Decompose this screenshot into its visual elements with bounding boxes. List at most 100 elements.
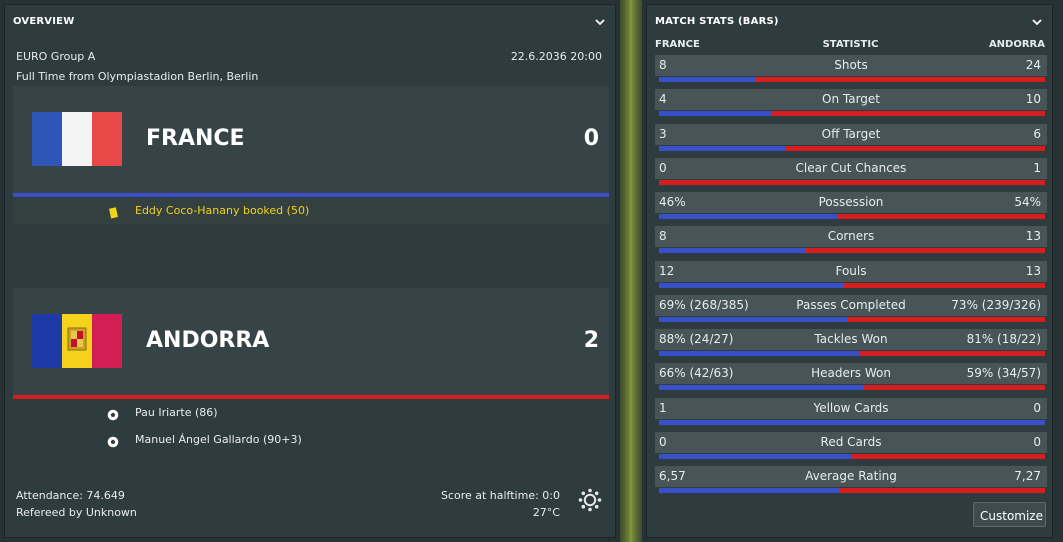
stat-bar-home [659,419,1045,425]
ball-icon [107,433,119,448]
stat-label: Average Rating [805,469,897,483]
chevron-down-icon[interactable] [1032,17,1042,27]
stat-bar-away [840,488,1045,493]
france-flag-icon [32,112,122,166]
home-team-name[interactable]: FRANCE [146,126,245,151]
stat-bar [659,111,1045,117]
stat-bar [659,248,1045,254]
stat-bar-home [659,385,864,391]
stat-box: 0 Red Cards 0 [655,431,1047,453]
overview-title: OVERVIEW [13,16,75,27]
stat-label: On Target [822,92,880,107]
stat-bar-home [659,282,844,288]
stat-row: 4 On Target 10 [655,89,1047,118]
stat-away-value: 1 [1033,160,1041,175]
away-event-row-1: Pau Iriarte (86) [13,400,609,426]
pitch-divider [620,0,642,542]
stat-box: 12 Fouls 13 [655,260,1047,282]
stat-box: 6,57 Average Rating 7,27 [655,466,1047,487]
stat-bar-home [659,214,837,219]
stat-bar-home [659,248,806,254]
stat-bar [659,419,1045,425]
stat-away-value: 7,27 [1014,469,1041,483]
stat-bar [659,453,1045,459]
stat-away-value: 6 [1033,126,1041,141]
stat-away-value: 0 [1033,400,1041,415]
stat-box: 46% Possession 54% [655,192,1047,213]
home-event-text[interactable]: Eddy Coco-Hanany booked (50) [135,204,309,217]
stat-bar-away [837,214,1045,219]
stat-box: 66% (42/63) Headers Won 59% (34/57) [655,363,1047,385]
stat-box: 88% (24/27) Tackles Won 81% (18/22) [655,329,1047,350]
stat-label: Off Target [821,126,881,141]
stat-bar-away [756,77,1045,82]
stat-bar-away [771,111,1045,117]
stat-bar [659,316,1045,322]
stat-label: Corners [827,229,875,244]
stats-header: MATCH STATS (BARS) [647,5,1052,39]
stat-label: Clear Cut Chances [795,160,907,175]
away-team-name[interactable]: ANDORRA [146,328,269,353]
halftime-score: Score at halftime: 0:0 [440,489,560,502]
stat-bar-home [659,316,848,322]
stat-bar-away [786,145,1045,151]
stat-away-value: 73% (239/326) [951,297,1041,312]
stat-bar [659,385,1045,391]
weather-icon [578,488,602,512]
away-event-row-2: Manuel Ángel Gallardo (90+3) [13,427,609,453]
stat-bar-home [659,453,852,459]
stat-label: Shots [834,58,868,72]
stat-bar-away [844,282,1045,288]
customize-button[interactable]: Customize [973,502,1046,527]
stat-bar [659,77,1045,82]
stat-bar [659,351,1045,356]
stat-away-value: 81% (18/22) [966,332,1041,346]
away-event-text-1[interactable]: Pau Iriarte (86) [135,406,218,419]
stat-row: 66% (42/63) Headers Won 59% (34/57) [655,363,1047,392]
stat-bar [659,179,1045,185]
stat-row: 88% (24/27) Tackles Won 81% (18/22) [655,329,1047,358]
home-event-row: Eddy Coco-Hanany booked (50) [13,198,609,224]
stat-row: 8 Corners 13 [655,226,1047,255]
temperature: 27°C [532,506,560,519]
stat-bar-away [864,385,1045,391]
referee: Refereed by Unknown [16,506,137,519]
stat-away-value: 0 [1033,434,1041,449]
stat-row: 46% Possession 54% [655,192,1047,221]
stat-label: Yellow Cards [813,400,889,415]
stat-away-value: 54% [1014,195,1041,209]
stat-bar [659,282,1045,288]
stat-box: 1 Yellow Cards 0 [655,397,1047,419]
home-team-block: FRANCE 0 [13,86,609,195]
stats-title: MATCH STATS (BARS) [655,16,779,27]
stat-bar-away [852,453,1045,459]
stat-box: 3 Off Target 6 [655,123,1047,145]
competition-label: EURO Group A [16,50,96,63]
stat-bar-home [659,351,860,356]
stat-bar-away [860,351,1045,356]
stat-bar [659,488,1045,493]
stat-row: 0 Clear Cut Chances 1 [655,157,1047,187]
away-team-score: 2 [583,328,599,353]
away-event-text-2[interactable]: Manuel Ángel Gallardo (90+3) [135,433,302,446]
stat-away-value: 13 [1025,263,1041,278]
match-stats-panel: MATCH STATS (BARS) FRANCE STATISTIC ANDO… [646,4,1053,538]
chevron-down-icon[interactable] [595,17,605,27]
overview-header: OVERVIEW [5,5,615,39]
away-team-block: ANDORRA 2 [13,288,609,397]
match-datetime: 22.6.2036 20:00 [510,50,602,63]
stat-bar-home [659,488,840,493]
home-team-line [13,193,609,197]
stat-row: 1 Yellow Cards 0 [655,397,1047,427]
stat-bar [659,145,1045,151]
stat-bar-home [659,111,771,117]
stat-row: 69% (268/385) Passes Completed 73% (239/32… [655,294,1047,324]
stat-bar-away [659,179,1045,185]
venue-line: Full Time from Olympiastadion Berlin, Be… [16,70,259,83]
stat-box: 8 Corners 13 [655,226,1047,248]
stat-away-value: 10 [1025,92,1041,107]
stat-row: 6,57 Average Rating 7,27 [655,466,1047,495]
stat-label: Fouls [835,263,867,278]
stat-row: 8 Shots 24 [655,55,1047,84]
stat-box: 4 On Target 10 [655,89,1047,111]
